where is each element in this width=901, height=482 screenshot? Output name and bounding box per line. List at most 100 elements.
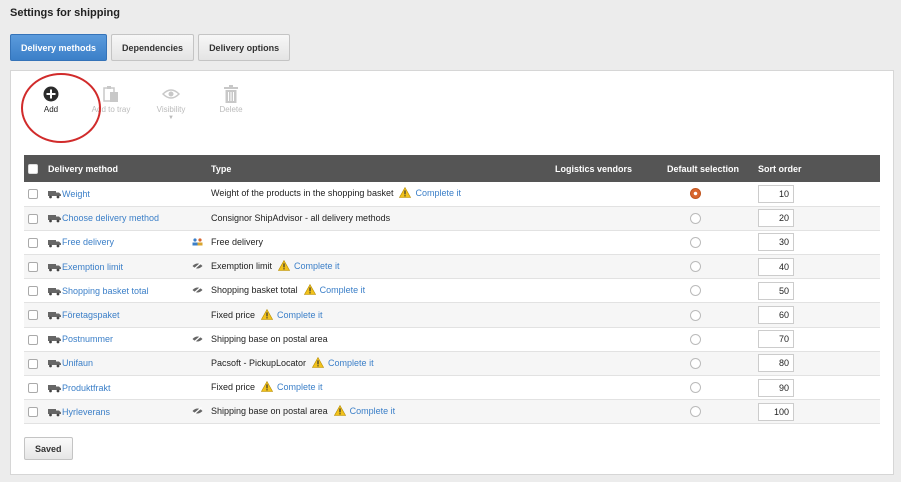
add-label: Add [43, 105, 59, 114]
tab-delivery-methods[interactable]: Delivery methods [10, 34, 108, 61]
sort-order-input[interactable] [758, 330, 794, 349]
row-checkbox[interactable] [28, 213, 38, 224]
delivery-method-link[interactable]: Weight [62, 189, 90, 199]
table-row: Free delivery Free delivery [24, 230, 880, 255]
complete-it-link[interactable]: Complete it [328, 358, 374, 368]
tab-dependencies[interactable]: Dependencies [111, 34, 195, 61]
default-selection-radio[interactable] [690, 261, 701, 273]
header-delivery-method: Delivery method [48, 163, 119, 174]
delivery-method-link[interactable]: Hyrleverans [62, 407, 110, 417]
delivery-method-link[interactable]: Exemption limit [62, 262, 123, 272]
warning-icon [277, 260, 291, 273]
complete-it-link[interactable]: Complete it [320, 285, 366, 295]
row-checkbox[interactable] [28, 237, 38, 248]
header-type: Type [211, 163, 232, 174]
add-to-tray-button[interactable]: Add to tray [81, 83, 141, 121]
truck-icon [48, 334, 62, 344]
sort-order-input[interactable] [758, 306, 794, 325]
logistics-vendor-cell [551, 182, 663, 206]
tab-delivery-options[interactable]: Delivery options [198, 34, 291, 61]
truck-icon [48, 383, 62, 393]
hidden-icon [192, 286, 203, 296]
table-row: Hyrleverans Shipping base on postal area C… [24, 399, 880, 424]
table-row: Produktfrakt Fixed price Complete it [24, 376, 880, 400]
default-selection-radio[interactable] [690, 188, 701, 200]
delivery-method-link[interactable]: Postnummer [62, 334, 113, 344]
row-checkbox[interactable] [28, 310, 38, 321]
delivery-method-link[interactable]: Free delivery [62, 237, 114, 247]
delivery-method-link[interactable]: Unifaun [62, 358, 93, 368]
sort-order-input[interactable] [758, 281, 794, 300]
table-header: Delivery method Type Logistics vendors D… [24, 155, 880, 182]
delivery-method-link[interactable]: Företagspaket [62, 310, 120, 320]
delivery-methods-panel: Add Add to tray Visibility ▼ Delete Deli… [10, 70, 894, 475]
page-title: Settings for shipping [10, 7, 120, 19]
toolbar: Add Add to tray Visibility ▼ Delete [21, 83, 261, 121]
sort-order-input[interactable] [758, 257, 794, 276]
delivery-type: Shipping base on postal area [211, 334, 328, 345]
header-default-selection: Default selection [667, 163, 740, 174]
sort-order-input[interactable] [758, 402, 794, 421]
complete-it-link[interactable]: Complete it [415, 188, 461, 198]
delivery-methods-table: Delivery method Type Logistics vendors D… [24, 155, 880, 424]
logistics-vendor-cell [551, 279, 663, 303]
truck-icon [48, 407, 62, 417]
truck-icon [48, 358, 62, 368]
visibility-button[interactable]: Visibility ▼ [141, 83, 201, 121]
row-checkbox[interactable] [28, 261, 38, 272]
default-selection-radio[interactable] [690, 357, 701, 369]
row-checkbox[interactable] [28, 189, 38, 200]
default-selection-radio[interactable] [690, 333, 701, 345]
truck-icon [48, 262, 62, 272]
sort-order-input[interactable] [758, 354, 794, 373]
saved-button[interactable]: Saved [24, 437, 73, 460]
caret-down-icon: ▼ [168, 115, 174, 121]
table-row: Shopping basket total Shopping basket tot… [24, 279, 880, 303]
complete-it-link[interactable]: Complete it [350, 406, 396, 416]
visibility-label: Visibility [156, 105, 186, 114]
delivery-type: Pacsoft - PickupLocator [211, 357, 307, 368]
row-checkbox[interactable] [28, 334, 38, 345]
sort-order-input[interactable] [758, 378, 794, 397]
sort-order-input[interactable] [758, 209, 794, 228]
delivery-type: Fixed price [211, 309, 256, 320]
hidden-icon [192, 334, 203, 345]
default-selection-radio[interactable] [690, 309, 701, 321]
table-row: Exemption limit Exemption limit Complete i… [24, 254, 880, 279]
row-checkbox[interactable] [28, 358, 38, 369]
row-checkbox[interactable] [28, 382, 38, 393]
complete-it-link[interactable]: Complete it [277, 382, 323, 392]
sort-order-input[interactable] [758, 184, 794, 203]
sort-order-input[interactable] [758, 233, 794, 252]
complete-it-link[interactable]: Complete it [277, 309, 323, 319]
hidden-icon [192, 261, 203, 272]
add-to-tray-label: Add to tray [91, 105, 131, 114]
tab-bar: Delivery methods Dependencies Delivery o… [10, 34, 291, 61]
hidden-icon [192, 407, 203, 417]
select-all-checkbox[interactable] [28, 163, 38, 174]
row-checkbox[interactable] [28, 407, 38, 418]
logistics-vendor-cell [551, 351, 663, 375]
row-checkbox[interactable] [28, 286, 38, 297]
warning-icon [311, 356, 325, 370]
default-selection-radio[interactable] [690, 406, 701, 418]
delivery-method-link[interactable]: Shopping basket total [62, 286, 149, 296]
warning-icon [260, 308, 274, 322]
default-selection-radio[interactable] [690, 382, 701, 394]
complete-it-link[interactable]: Complete it [294, 261, 340, 271]
eye-icon [162, 83, 180, 105]
default-selection-radio[interactable] [690, 237, 701, 249]
delivery-method-link[interactable]: Produktfrakt [62, 383, 111, 393]
delivery-method-link[interactable]: Choose delivery method [62, 213, 159, 223]
warning-icon [333, 405, 346, 418]
delivery-type: Weight of the products in the shopping b… [211, 188, 394, 199]
logistics-vendor-cell [551, 327, 663, 351]
truck-icon [48, 213, 62, 223]
header-sort-order: Sort order [758, 163, 802, 174]
default-selection-radio[interactable] [690, 212, 701, 224]
truck-icon [48, 189, 62, 199]
add-button[interactable]: Add [21, 83, 81, 121]
delete-button[interactable]: Delete [201, 83, 261, 121]
clipboard-icon [103, 83, 119, 105]
default-selection-radio[interactable] [690, 285, 701, 297]
